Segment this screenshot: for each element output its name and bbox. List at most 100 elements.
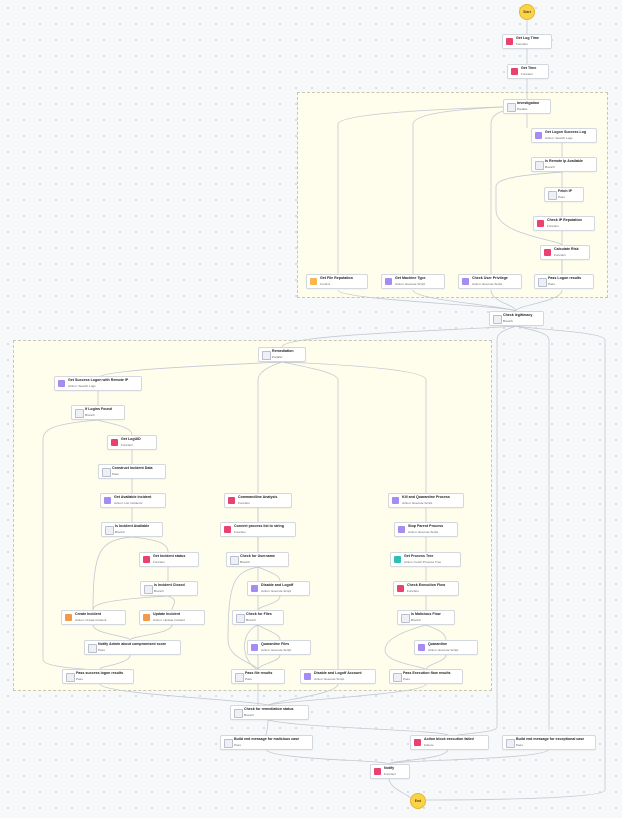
action-teal-icon [394, 556, 401, 563]
function-icon [224, 526, 231, 533]
node-check-for-files[interactable]: Check for Files Branch [232, 610, 284, 625]
node-title: Pass Logon results [548, 276, 582, 280]
node-is-incident-closed[interactable]: Is Incident Closed Branch [140, 581, 198, 596]
node-build-msg-malicious[interactable]: Build end message for malicious case Pass [220, 735, 313, 750]
node-check-user-privilege[interactable]: Check User Privilege Action: Execute Scri… [458, 274, 522, 289]
node-convert-process-list[interactable]: Convert process list to string Function [220, 522, 296, 537]
node-notify-admin[interactable]: Notify Admin about compromised score Pass [84, 640, 181, 655]
node-check-execution-flow[interactable]: Check Execution Flow Function [393, 581, 459, 596]
node-get-success-logon-remote-ip[interactable]: Get Success Logon with Remote IP Action: … [54, 376, 142, 391]
node-check-remediation-status[interactable]: Check for remediation status Branch [230, 705, 309, 720]
node-title: Get Available Incident [114, 495, 152, 499]
pass-icon [506, 739, 515, 748]
node-disable-and-logoff[interactable]: Disable and Logoff Action: Execute Script [247, 581, 310, 596]
node-pass-logon-results[interactable]: Pass Logon results Pass [534, 274, 594, 289]
node-check-ip-reputation[interactable]: Check IP Reputation Function [533, 216, 595, 231]
node-get-log-uid[interactable]: Get LogUID Function [107, 435, 157, 450]
node-type: Function [121, 443, 133, 447]
node-type: Action: Search Logs [68, 384, 96, 388]
node-pass-success-logon[interactable]: Pass success logon results Pass [62, 669, 134, 684]
node-action-block-execution-failed[interactable]: Action block execution failed Failure [410, 735, 489, 750]
node-title: Get LogUID [121, 437, 141, 441]
node-get-logon-success-log[interactable]: Get Logon Success Log Action: Search Logs [531, 128, 597, 143]
node-title: Notify Admin about compromised score [98, 642, 167, 646]
node-title: If Logins Found [85, 407, 112, 411]
node-type: Branch [85, 413, 95, 417]
node-title: Get Machine Type [395, 276, 426, 280]
node-type: Branch [240, 560, 250, 564]
pass-icon [235, 673, 244, 682]
node-get-machine-type[interactable]: Get Machine Type Action: Execute Script [381, 274, 445, 289]
node-type: Pass [548, 282, 555, 286]
node-check-for-username[interactable]: Check for Username Branch [226, 552, 289, 567]
node-quarantine-files[interactable]: Quarantine Files Action: Execute Script [247, 640, 311, 655]
node-check-legitimacy[interactable]: Check legitimacy Branch [489, 311, 544, 326]
node-type: Action: List Incidents [114, 501, 143, 505]
pass-icon [224, 739, 233, 748]
function-icon [506, 38, 513, 45]
action-icon [392, 497, 399, 504]
node-title: Quarantine Files [261, 642, 290, 646]
node-type: Action: Execute Script [402, 501, 433, 505]
action-icon [535, 132, 542, 139]
node-pass-file-results[interactable]: Pass file results Pass [231, 669, 285, 684]
node-get-process-tree[interactable]: Get Process Tree Action: Fetch Process Tr… [390, 552, 461, 567]
node-get-incident-status[interactable]: Get Incident status Function [139, 552, 199, 567]
node-get-time[interactable]: Get Time Function [507, 64, 549, 79]
node-type: Action: Fetch Process Tree [404, 560, 442, 564]
node-title: Pass Execution flow results [403, 671, 451, 675]
node-update-incident[interactable]: Update Incident Action: Update Incident [139, 610, 205, 625]
node-title: Pass file results [245, 671, 273, 675]
node-is-malicious-flow[interactable]: Is Malicious Flow Branch [397, 610, 455, 625]
branch-icon [230, 556, 239, 565]
node-pass-execution-flow[interactable]: Pass Execution flow results Pass [389, 669, 463, 684]
end-label: End [414, 799, 422, 803]
node-get-file-reputation[interactable]: Get File Reputation Control [306, 274, 368, 289]
start-node[interactable]: Start [519, 4, 535, 20]
branch-icon [535, 161, 544, 170]
node-get-log-time[interactable]: Get Log Time Function [502, 34, 552, 49]
branch-icon [75, 409, 84, 418]
node-notify[interactable]: Notify Function [370, 764, 410, 779]
node-title: Convert process list to string [234, 524, 284, 528]
node-if-logins-found[interactable]: If Logins Found Branch [71, 405, 125, 420]
node-is-incident-available[interactable]: Is Incident Available Branch [101, 522, 163, 537]
node-type: Pass [112, 472, 119, 476]
action-icon [251, 644, 258, 651]
action-icon [398, 526, 405, 533]
function-icon [544, 249, 551, 256]
node-commandline-analysis[interactable]: Commandline Analysis Function [224, 493, 292, 508]
node-get-available-incident[interactable]: Get Available Incident Action: List Incid… [100, 493, 166, 508]
node-kill-quarantine-process[interactable]: Kill and Quarantine Process Action: Execu… [388, 493, 464, 508]
node-title: Is Malicious Flow [411, 612, 441, 616]
action-icon [251, 585, 258, 592]
node-title: Get Logon Success Log [545, 130, 587, 134]
node-construct-incident-data[interactable]: Construct Incident Data Pass [98, 464, 166, 479]
node-type: Function [407, 589, 419, 593]
node-stop-parent-process[interactable]: Stop Parent Process Action: Execute Scrip… [394, 522, 458, 537]
node-type: Branch [244, 713, 254, 717]
node-create-incident[interactable]: Create Incident Action: Create Incident [61, 610, 126, 625]
end-node[interactable]: End [410, 793, 426, 809]
action-icon [104, 497, 111, 504]
node-type: Branch [503, 319, 513, 323]
node-title: Check for Files [246, 612, 272, 616]
node-title: Get File Reputation [320, 276, 353, 280]
node-build-msg-exceptional[interactable]: Build end message for exceptional case Pa… [502, 735, 596, 750]
action-orange-icon [65, 614, 72, 621]
function-icon [111, 439, 118, 446]
node-disable-logoff-account[interactable]: Disable and Logoff Account Action: Execut… [300, 669, 376, 684]
branch-icon [236, 614, 245, 623]
node-remediation[interactable]: Remediation Parallel [258, 347, 306, 362]
node-calculate-risk[interactable]: Calculate Risk Function [540, 245, 590, 260]
node-type: Pass [403, 677, 410, 681]
workflow-canvas[interactable]: Start End Get Log Time Function Get Time Fu… [0, 0, 622, 818]
node-type: Branch [411, 618, 421, 622]
node-investigation[interactable]: Investigation Parallel [503, 99, 551, 114]
node-type: Action: Execute Script [395, 282, 426, 286]
node-is-remote-ip-available[interactable]: Is Remote Ip Available Branch [531, 157, 597, 172]
node-fetch-ip[interactable]: Fetch IP Pass [544, 187, 584, 202]
branch-icon [401, 614, 410, 623]
node-title: Get Log Time [516, 36, 539, 40]
node-quarantine[interactable]: Quarantine Action: Execute Script [414, 640, 478, 655]
